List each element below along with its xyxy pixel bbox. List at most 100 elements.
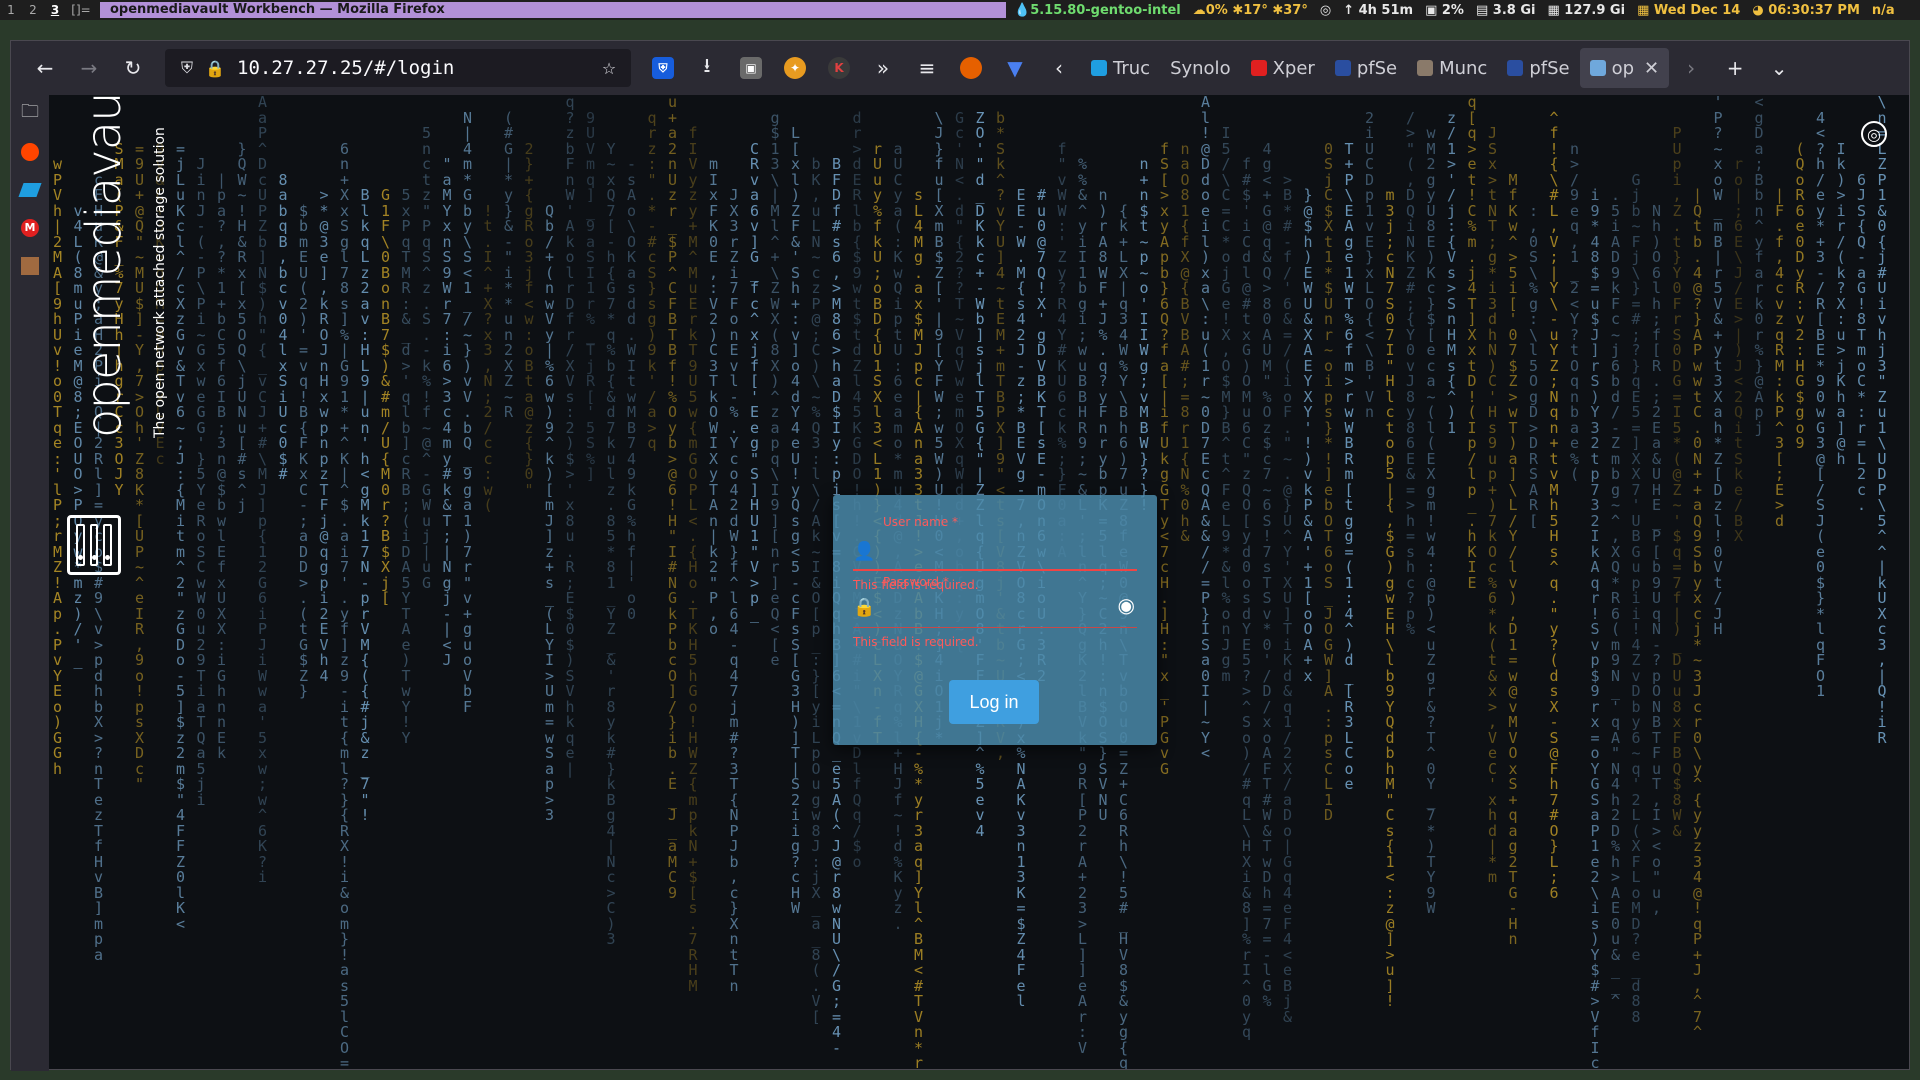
reload-button[interactable]: ↻ [111,48,155,88]
extension-k[interactable]: K [817,48,861,88]
matrix-column: C R v a 6 v ] G _ f c ^ x j f [ ' E e g … [750,139,760,623]
scroll-tabs-right-button[interactable]: › [1669,48,1713,88]
sidebar-truenas[interactable] [11,171,49,209]
matrix-column: 9 U V m q ] _ 9 a S I 1 r % _ T j R [ ' … [586,108,596,483]
memory-status: ▤ 3.8 Gi [1475,2,1536,18]
password-error: This field is required. [853,635,979,649]
overflow-button[interactable]: » [861,48,905,88]
bitwarden-extension[interactable]: ⛨ [641,48,685,88]
omv-logo: openmediavault The open network attached… [71,95,168,505]
tab-5[interactable]: pfSe [1497,48,1579,88]
image-icon [21,257,39,275]
matrix-column: | F . f , 4 c v z q R M : k P ^ 3 [ ; E … [1775,186,1785,530]
matrix-column: b K , u L N ~ c z P @ ; C ) \ ~ % Q 3 : … [811,155,821,1026]
tab-3[interactable]: pfSe [1325,48,1407,88]
matrix-column: J S x > t N T ; g * i 3 d h N ) C ' H s … [1488,124,1498,886]
tab-list-button[interactable]: ▼ [993,48,1037,88]
password-input[interactable] [883,597,1137,619]
matrix-column: 8 a b q B , b c v 0 4 l x S i U c 0 $ # [278,170,288,483]
matrix-column: . 5 i A D 9 k F c ~ j 6 b d / - Z m b g … [1611,186,1621,1010]
matrix-column: | p a ? , ? * 1 + b C 5 f 6 I B ; 3 n @ … [217,170,227,762]
matrix-column: J i n J - ( - P \ P i ~ G x w e G G ' } … [196,155,206,809]
scroll-tabs-left-button[interactable]: ‹ [1037,48,1081,88]
matrix-column: f I V y z y + M ^ M u E r k T 9 U 5 w { … [688,124,698,995]
new-tab-button[interactable]: + [1713,48,1757,88]
sidebar-image[interactable] [11,247,49,285]
firefox-icon[interactable] [949,48,993,88]
matrix-column: ! t . I ^ + X ? x 3 , N ; 2 / c c : w ( [483,201,493,514]
matrix-column: J X 3 r Z i 7 F o n E v l - % . Y c o 4 … [729,186,739,995]
matrix-column: ( # G | * y } & - " i * * u n 2 X Z ~ R [504,108,514,421]
matrix-column: / > " ( , D Q i N K Z # ; { Y 0 v J 8 y … [1406,108,1416,638]
workspace-3[interactable]: 3 [44,0,66,20]
sidebar-reddit[interactable] [11,133,49,171]
url-bar[interactable]: ⛨ 🔒 10.27.27.25/#/login ☆ [165,49,631,87]
extension-icon: ▣ [740,57,762,79]
matrix-column: w M 2 g y U 8 E ) K c } $ [ e c a ~ ( l … [1426,124,1436,917]
menu-button[interactable]: ≡ [905,48,949,88]
tab-label: Xper [1272,57,1315,79]
username-field: User name * 👤 This field is required. [853,515,1137,592]
disk-status: ▦ 127.9 Gi [1547,2,1626,18]
matrix-column: $ b m E U ( 2 ) ' = v q ! B { F K x C - … [299,201,309,700]
matrix-column: 6 J S { Q - a G ! 8 T m o C * : r = L 2 … [1857,170,1867,514]
matrix-column: T + P \ E A g e 1 W T % 6 f m > r w W B … [1344,139,1354,793]
chevron-down-icon: ⌄ [1770,56,1788,80]
matrix-column: 6 n + X x S g l 7 8 s ] % | G 9 1 * + ^ … [340,139,350,1069]
tab-label: Synolo [1170,57,1231,79]
matrix-column: > B * # - f / ' 6 & = / ( i o F . " ~ . … [1283,170,1293,1026]
bookmark-star-icon[interactable]: ☆ [595,59,623,78]
firefox-window: ← → ↻ ⛨ 🔒 10.27.27.25/#/login ☆ ⛨ ⭳ ▣ ✦ … [10,40,1910,1071]
workspace-1[interactable]: 1 [0,0,22,20]
download-icon: ⭳ [703,53,711,77]
matrix-column: 2 } + { g R o 3 j f < w : o B t a @ z { … [524,139,534,499]
tab-1[interactable]: Synolo [1160,48,1241,88]
window-manager-bar: 1 2 3 []= openmediavault Workbench — Moz… [0,0,1920,20]
downloads-button[interactable]: ⭳ [685,48,729,88]
matrix-column: m 3 j ; c N 7 S 0 7 I " H l c t o p 5 | … [1385,186,1395,1010]
matrix-column: ' P ? ~ x o W _ m B | r 5 V & + y t 3 X … [1713,95,1723,638]
matrix-column: | Q t b . 4 @ ? } A P w w t C . 0 N + + … [1693,186,1703,1041]
arrow-left-icon: ← [36,56,54,80]
tab-4[interactable]: Munc [1407,48,1497,88]
chevrons-right-icon: » [876,56,890,80]
url-text[interactable]: 10.27.27.25/#/login [229,57,595,79]
tab-label: Munc [1439,57,1488,79]
matrix-column: < g D a ; B b n ^ y f a r k 0 r % } @ A … [1754,95,1764,437]
language-globe-icon[interactable]: ◎ [1861,121,1887,147]
layout-indicator[interactable]: []= [66,3,96,17]
tab-6-active[interactable]: op ✕ [1579,48,1670,88]
login-button[interactable]: Log in [949,680,1039,724]
close-tab-icon[interactable]: ✕ [1644,58,1659,79]
k-badge-icon: K [828,57,850,79]
extension-r[interactable]: ▣ [729,48,773,88]
workspace-2[interactable]: 2 [22,0,44,20]
sidebar-gmail[interactable]: M [11,209,49,247]
username-input[interactable] [883,541,1137,563]
tab-label: pfSe [1356,57,1398,79]
back-button[interactable]: ← [23,48,67,88]
omv-drives-logo-icon [67,515,121,575]
eye-visibility-icon[interactable]: ◉ [1118,593,1135,617]
forward-button[interactable]: → [67,48,111,88]
matrix-column: i 9 * 4 8 $ = u $ J ] r S ) Y 3 2 t p 7 … [1590,186,1600,1069]
matrix-column: A l ! @ D d o e i l ) x a \ : u ( 1 r ~ … [1201,95,1211,762]
matrix-column: Y ~ x Q 7 [ - h { G 7 * q % b { & d 7 k … [606,139,616,948]
extension-orange[interactable]: ✦ [773,48,817,88]
shield-icon[interactable]: ⛨ [173,58,201,78]
date-status: ▦ Wed Dec 14 [1637,2,1741,18]
matrix-column: = j L u K c l ^ / c X z G v & T v 6 ~ ; … [176,139,186,933]
sidebar-folder[interactable]: 🗀 [11,95,49,133]
matrix-column: 4 < ? h / e y * + 3 - / R [ B E * 9 0 w … [1816,108,1826,700]
all-tabs-button[interactable]: ⌄ [1757,48,1801,88]
lock-icon[interactable]: 🔒 [201,59,229,78]
matrix-column: N | 4 m * G b y \ S < 1 _ / ~ } ) v V . … [463,108,473,716]
matrix-column: G 1 F \ 0 B o n B 7 $ ) & # m / U { M 0 … [381,186,391,607]
tab-0[interactable]: Truc [1081,48,1160,88]
matrix-column: w P V h | 2 M A [ 9 h U v ! o 0 T q e : … [53,155,63,778]
matrix-column: 5 n c t z " P q S ^ z . S . - k % ! f ~ … [422,124,432,592]
uptime-status: ↑ 4h 51m [1343,2,1414,18]
tab-2[interactable]: Xper [1241,48,1325,88]
page-content: w P V h | 2 M A [ 9 h U v ! o 0 T q e : … [49,95,1909,1069]
matrix-column: " a M Y x n S 9 W r 7 : i 6 > 3 c 4 m y … [442,155,452,669]
